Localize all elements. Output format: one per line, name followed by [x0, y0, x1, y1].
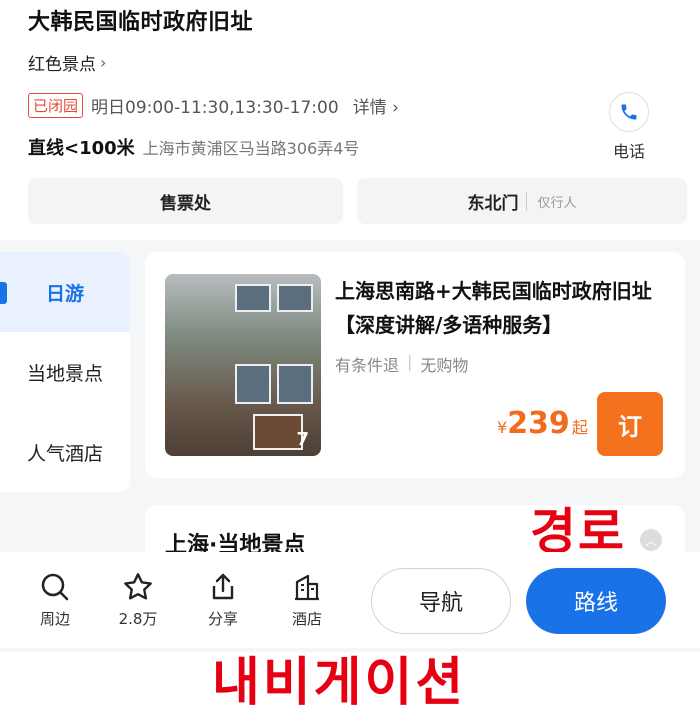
search-icon	[20, 570, 90, 604]
tour-card[interactable]: 7 上海思南路+大韩民国临时政府旧址【深度讲解/多语种服务】 有条件退 | 无购…	[145, 252, 685, 478]
sidenav-label: 人气酒店	[26, 442, 103, 465]
share-button[interactable]: 分享	[188, 570, 258, 629]
collapse-up-icon[interactable]: ︿	[640, 529, 662, 551]
star-icon	[103, 570, 173, 604]
tour-title: 上海思南路+大韩民国临时政府旧址【深度讲解/多语种服务】	[335, 279, 652, 337]
chevron-right-icon: ›	[100, 53, 107, 72]
distance-text: 直线<100米	[28, 138, 135, 159]
photo-window	[277, 284, 313, 312]
navigate-button[interactable]: 导航	[371, 568, 511, 634]
poi-title: 大韩民国临时政府旧址	[28, 10, 254, 35]
detail-label: 详情	[352, 98, 387, 118]
price-value: 239	[507, 406, 570, 441]
tag-divider: |	[407, 352, 413, 371]
photo-window	[235, 364, 271, 404]
sidenav-label: 日游	[45, 282, 84, 305]
share-icon	[188, 570, 258, 604]
hotel-label: 酒店	[291, 610, 322, 628]
category-label: 红色景点	[28, 55, 96, 75]
entrance-note: 仅行人	[526, 191, 577, 211]
phone-label: 电话	[612, 142, 645, 161]
phone-button[interactable]: 电话	[605, 92, 653, 164]
opening-hours-row[interactable]: 已闭园 明日09:00-11:30,13:30-17:00 详情 ›	[28, 93, 399, 118]
tour-photo[interactable]: 7	[165, 274, 321, 456]
entrance-tabs: 售票处 东北门 仅行人	[28, 178, 687, 224]
hotel-button[interactable]: 酒店	[272, 570, 342, 629]
status-badge: 已闭园	[28, 93, 84, 118]
entrance-label: 售票处	[160, 193, 211, 214]
tour-tag: 无购物	[420, 356, 469, 375]
navigation-annotation-text: 내비게이션	[212, 653, 467, 713]
poi-category-link[interactable]: 红色景点 ›	[28, 50, 106, 75]
sidenav-item-day-tour[interactable]: 日游	[0, 252, 130, 332]
chevron-right-icon: ›	[392, 98, 399, 118]
favorite-count: 2.8万	[118, 610, 158, 628]
route-button[interactable]: 路线	[526, 568, 666, 634]
hours-text: 明日09:00-11:30,13:30-17:00	[91, 98, 339, 118]
phone-icon	[609, 92, 649, 132]
entrance-northeast-gate[interactable]: 东北门 仅行人	[357, 178, 687, 224]
address-row[interactable]: 直线<100米 上海市黄浦区马当路306弄4号	[28, 134, 359, 160]
tour-tag: 有条件退	[335, 356, 400, 375]
photo-count: 7	[296, 429, 309, 450]
favorite-button[interactable]: 2.8万	[103, 570, 173, 629]
price-suffix: 起	[571, 418, 588, 437]
sidenav-label: 当地景点	[26, 362, 103, 385]
sidenav-item-popular-hotels[interactable]: 人气酒店	[0, 412, 130, 492]
photo-window	[277, 364, 313, 404]
hours-detail-link[interactable]: 详情 ›	[353, 93, 399, 118]
price-currency: ¥	[497, 418, 508, 437]
photo-window	[235, 284, 271, 312]
tour-tags: 有条件退 | 无购物	[335, 352, 468, 376]
hotel-icon	[272, 570, 342, 604]
recommend-sidenav: 日游 当地景点 人气酒店	[0, 252, 130, 492]
nearby-button[interactable]: 周边	[20, 570, 90, 629]
share-label: 分享	[207, 610, 238, 628]
address-text: 上海市黄浦区马当路306弄4号	[142, 139, 360, 158]
tour-price: ¥ 239 起	[497, 406, 588, 441]
nearby-label: 周边	[39, 610, 70, 628]
book-button[interactable]: 订	[597, 392, 663, 456]
sidenav-item-local-attractions[interactable]: 当地景点	[0, 332, 130, 412]
entrance-label: 东北门	[467, 193, 519, 214]
entrance-ticket-office[interactable]: 售票处	[28, 178, 343, 224]
